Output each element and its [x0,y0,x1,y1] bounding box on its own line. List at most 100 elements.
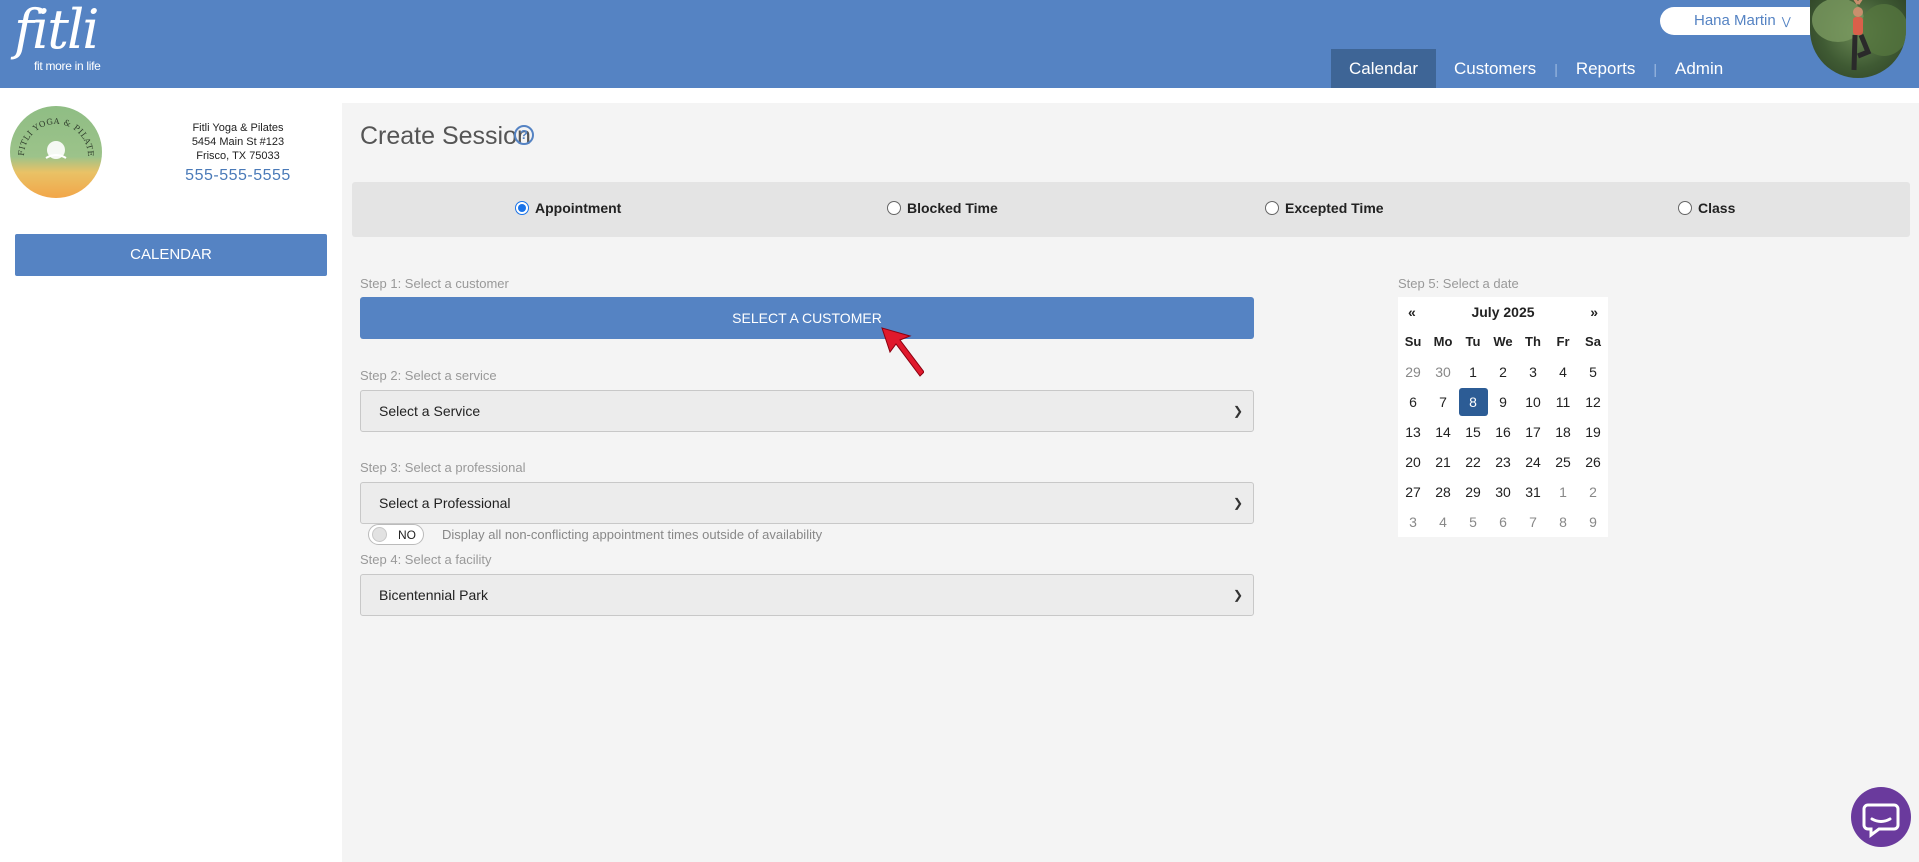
calendar-day[interactable]: 8 [1548,507,1578,537]
calendar-weekday: Fr [1556,334,1570,349]
calendar-day[interactable]: 6 [1398,387,1428,417]
calendar-day[interactable]: 17 [1518,417,1548,447]
calendar-weekday: Mo [1433,334,1453,349]
studio-address: Fitli Yoga & Pilates 5454 Main St #123 F… [160,121,316,163]
calendar-day[interactable]: 27 [1398,477,1428,507]
calendar-day[interactable]: 1 [1548,477,1578,507]
calendar-day[interactable]: 10 [1518,387,1548,417]
calendar-weekday: Sa [1585,334,1601,349]
toggle-description: Display all non-conflicting appointment … [442,527,823,542]
calendar-day[interactable]: 3 [1518,357,1548,387]
nav-customers[interactable]: Customers [1436,49,1554,88]
step1-label: Step 1: Select a customer [360,276,509,291]
address-line: 5454 Main St #123 [191,136,285,148]
radio-blocked-time[interactable] [887,201,901,215]
calendar-day[interactable]: 9 [1578,507,1608,537]
calendar-day[interactable]: 22 [1458,447,1488,477]
calendar-day[interactable]: 24 [1518,447,1548,477]
sidebar: FITLI YOGA & PILATES Fitli Yoga & Pilate… [0,88,342,862]
studio-logo-art: FITLI YOGA & PILATES [10,106,95,159]
calendar-weekday: Tu [1465,334,1481,349]
calendar-day[interactable]: 9 [1488,387,1518,417]
studio-phone[interactable]: 555-555-5555 [160,167,316,185]
chevron-down-icon: ⋁ [1781,16,1791,28]
address-line: Frisco, TX 75033 [196,150,280,162]
calendar-day[interactable]: 30 [1428,357,1458,387]
select-customer-button[interactable]: SELECT A CUSTOMER [360,297,1254,339]
calendar-day[interactable]: 3 [1398,507,1428,537]
session-type-class[interactable]: Class [1678,200,1735,216]
calendar-next-button[interactable]: » [1590,304,1598,320]
nav-calendar[interactable]: Calendar [1331,49,1436,88]
calendar-day[interactable]: 7 [1428,387,1458,417]
professional-select[interactable]: Select a Professional ❯ [360,482,1254,524]
calendar-weekday: We [1493,334,1513,349]
service-select[interactable]: Select a Service ❯ [360,390,1254,432]
calendar-prev-button[interactable]: « [1408,304,1416,320]
calendar-day[interactable]: 29 [1458,477,1488,507]
calendar-day[interactable]: 14 [1428,417,1458,447]
calendar-day[interactable]: 25 [1548,447,1578,477]
calendar-day[interactable]: 11 [1548,387,1578,417]
calendar-day[interactable]: 15 [1458,417,1488,447]
calendar-day[interactable]: 28 [1428,477,1458,507]
calendar-day[interactable]: 18 [1548,417,1578,447]
calendar-grid: Su Mo Tu We Th Fr Sa 29 30 1 2 3 4 5 6 7 8 9 10 11 12 13 14 15 1… [1398,327,1608,537]
calendar-day[interactable]: 13 [1398,417,1428,447]
calendar-day[interactable]: 8 [1458,387,1488,417]
calendar-day[interactable]: 21 [1428,447,1458,477]
facility-select[interactable]: Bicentennial Park ❯ [360,574,1254,616]
nav-admin[interactable]: Admin [1657,49,1741,88]
chevron-down-icon: ❯ [1232,588,1243,602]
calendar-day[interactable]: 20 [1398,447,1428,477]
toggle-knob [372,527,387,542]
calendar-day[interactable]: 4 [1428,507,1458,537]
toggle-state: NO [398,528,416,542]
user-name: Hana Martin [1694,12,1776,29]
calendar-day[interactable]: 30 [1488,477,1518,507]
session-type-excepted-time[interactable]: Excepted Time [1265,200,1384,216]
step5-label: Step 5: Select a date [1398,276,1519,291]
address-line: Fitli Yoga & Pilates [192,122,284,134]
fitli-logo[interactable]: fitli fit more in life [14,0,101,74]
calendar-weekday: Th [1525,334,1541,349]
calendar-day[interactable]: 29 [1398,357,1428,387]
session-type-appointment[interactable]: Appointment [515,200,621,216]
availability-toggle[interactable]: NO [368,524,424,545]
calendar-day[interactable]: 19 [1578,417,1608,447]
calendar-day[interactable]: 5 [1578,357,1608,387]
chevron-down-icon: ❯ [1232,404,1243,418]
arrow-pointer-icon [881,327,924,377]
radio-excepted-time[interactable] [1265,201,1279,215]
session-type-label: Appointment [535,200,622,216]
calendar-month[interactable]: July 2025 [1398,304,1608,320]
calendar-day[interactable]: 31 [1518,477,1548,507]
avatar-photo [1812,0,1906,71]
avatar[interactable] [1810,0,1906,78]
calendar-day[interactable]: 2 [1488,357,1518,387]
calendar-day[interactable]: 5 [1458,507,1488,537]
help-circle-icon[interactable]: ? [514,125,534,145]
calendar-day[interactable]: 23 [1488,447,1518,477]
radio-appointment[interactable] [515,201,529,215]
calendar-day[interactable]: 12 [1578,387,1608,417]
calendar-day[interactable]: 7 [1518,507,1548,537]
calendar-day[interactable]: 6 [1488,507,1518,537]
calendar-header: July 2025 « » [1398,297,1608,327]
calendar-day[interactable]: 26 [1578,447,1608,477]
calendar-day[interactable]: 1 [1458,357,1488,387]
calendar-day[interactable]: 2 [1578,477,1608,507]
logo-wordmark: fitli [14,0,99,61]
logo-tagline: fit more in life [34,59,101,73]
calendar-day[interactable]: 16 [1488,417,1518,447]
calendar-button[interactable]: CALENDAR [15,234,327,276]
session-type-blocked-time[interactable]: Blocked Time [887,200,998,216]
page-title: Create Session [360,122,531,150]
facility-select-value: Bicentennial Park [379,587,488,603]
user-menu[interactable]: Hana Martin ⋁ [1660,7,1810,35]
nav-reports[interactable]: Reports [1558,49,1654,88]
chat-widget-button[interactable] [1851,787,1911,847]
step3-label: Step 3: Select a professional [360,460,526,475]
radio-class[interactable] [1678,201,1692,215]
calendar-day[interactable]: 4 [1548,357,1578,387]
